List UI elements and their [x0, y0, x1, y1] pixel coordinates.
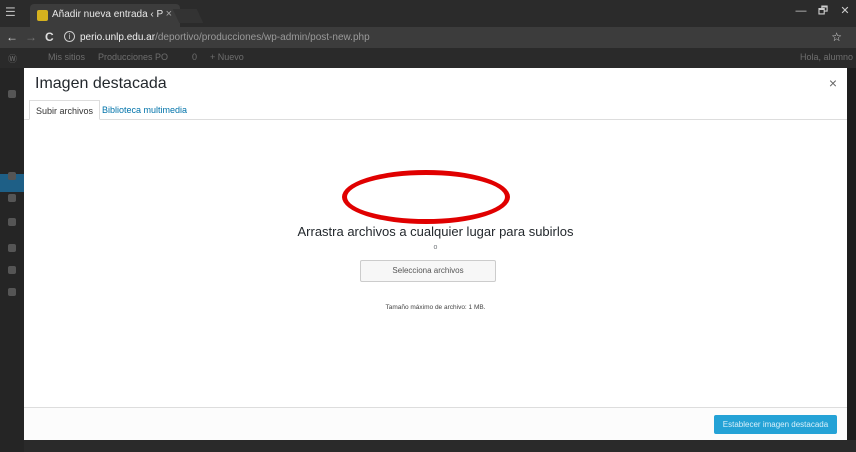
- modal-title: Imagen destacada: [35, 75, 167, 92]
- window-menu-icon[interactable]: ☰: [5, 5, 19, 19]
- browser-tab[interactable]: Añadir nueva entrada ‹ P ×: [30, 4, 180, 27]
- modal-footer: Establecer imagen destacada: [24, 407, 847, 440]
- address-bar: ← → C i perio.unlp.edu.ar/deportivo/prod…: [0, 27, 856, 48]
- dashboard-icon[interactable]: [8, 90, 16, 98]
- my-sites-link[interactable]: Mis sitios: [48, 52, 85, 62]
- site-name-link[interactable]: Producciones PO: [98, 52, 168, 62]
- reload-icon[interactable]: C: [45, 30, 54, 44]
- background-page-strip: [24, 440, 856, 452]
- modal-header: Imagen destacada ×: [24, 68, 847, 100]
- site-favicon-icon: [37, 10, 48, 21]
- tab-close-icon[interactable]: ×: [166, 8, 172, 20]
- featured-image-modal: Imagen destacada × Subir archivos Biblio…: [24, 68, 847, 440]
- new-content-link[interactable]: + Nuevo: [210, 52, 244, 62]
- tab-upload-files[interactable]: Subir archivos: [29, 100, 101, 120]
- red-highlight-circle: [342, 170, 510, 224]
- tools-icon[interactable]: [8, 266, 16, 274]
- wp-admin-bar: Ⓦ Mis sitios Producciones PO 0 + Nuevo H…: [0, 48, 856, 68]
- window-close-icon[interactable]: ✕: [834, 0, 856, 22]
- wordpress-logo-icon[interactable]: Ⓦ: [8, 52, 17, 65]
- pages-icon[interactable]: [8, 194, 16, 202]
- users-icon[interactable]: [8, 244, 16, 252]
- comments-icon[interactable]: [8, 218, 16, 226]
- back-icon[interactable]: ←: [6, 30, 18, 44]
- browser-tab-bar: ☰ Añadir nueva entrada ‹ P × — 🗗 ✕: [0, 0, 856, 27]
- url-field[interactable]: i perio.unlp.edu.ar/deportivo/produccion…: [58, 29, 828, 46]
- comments-count[interactable]: 0: [192, 52, 197, 62]
- settings-icon[interactable]: [8, 288, 16, 296]
- site-info-icon[interactable]: i: [64, 31, 75, 42]
- forward-icon[interactable]: →: [25, 30, 37, 44]
- wp-admin-sidebar: [0, 68, 24, 452]
- bookmark-star-icon[interactable]: ☆: [831, 30, 842, 44]
- drop-instructions: Arrastra archivos a cualquier lugar para…: [297, 224, 574, 239]
- tab-media-library[interactable]: Biblioteca multimedia: [96, 100, 193, 120]
- minimize-icon[interactable]: —: [790, 0, 812, 22]
- modal-tabs: Subir archivos Biblioteca multimedia: [24, 100, 847, 120]
- select-files-button[interactable]: Selecciona archivos: [360, 260, 496, 282]
- or-separator: o: [433, 244, 438, 251]
- restore-icon[interactable]: 🗗: [812, 0, 834, 22]
- url-text: perio.unlp.edu.ar/deportivo/producciones…: [80, 32, 370, 43]
- tab-title: Añadir nueva entrada ‹ P: [52, 9, 164, 20]
- media-icon[interactable]: [8, 172, 16, 180]
- set-featured-image-button[interactable]: Establecer imagen destacada: [714, 415, 837, 434]
- max-file-size: Tamaño máximo de archivo: 1 MB.: [385, 304, 486, 311]
- close-icon[interactable]: ×: [829, 75, 837, 91]
- user-greeting[interactable]: Hola, alumno: [800, 52, 853, 62]
- upload-dropzone[interactable]: Arrastra archivos a cualquier lugar para…: [24, 120, 847, 407]
- window-controls: — 🗗 ✕: [790, 0, 856, 22]
- url-path: /deportivo/producciones/wp-admin/post-ne…: [155, 32, 370, 43]
- new-tab-button[interactable]: [172, 9, 204, 23]
- url-host: perio.unlp.edu.ar: [80, 32, 156, 43]
